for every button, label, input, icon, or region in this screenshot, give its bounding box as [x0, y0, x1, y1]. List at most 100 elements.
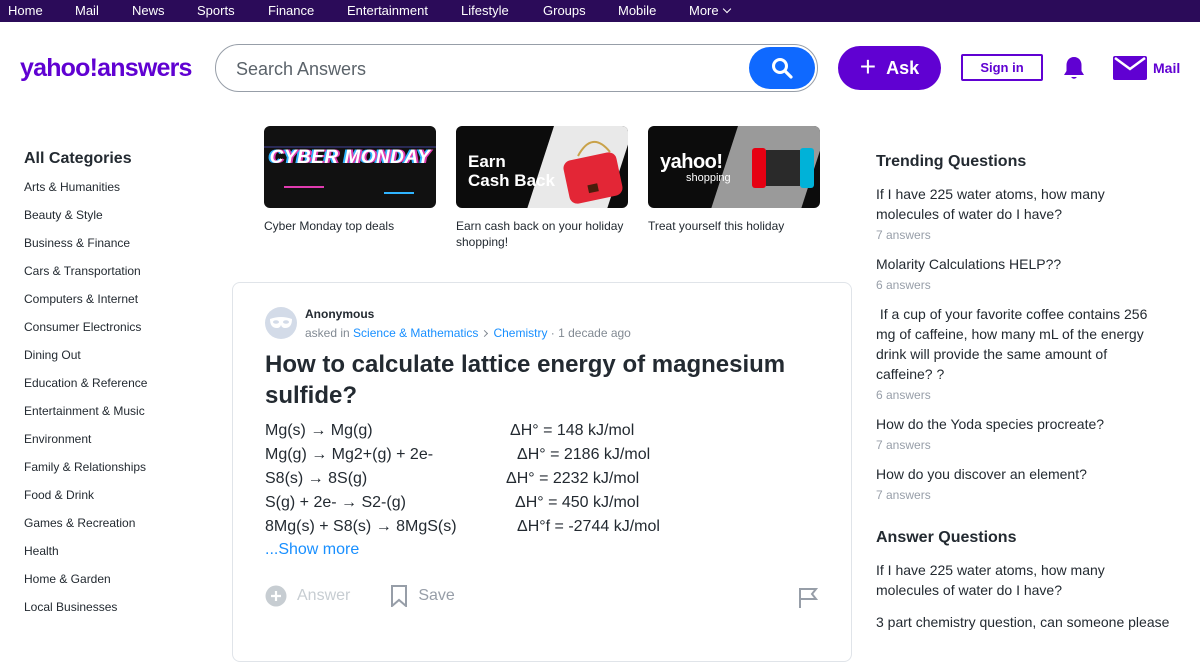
trending-question-link[interactable]: How do you discover an element? [876, 464, 1166, 484]
nav-finance[interactable]: Finance [268, 3, 314, 18]
nav-more[interactable]: More [689, 3, 731, 18]
search-icon [772, 58, 793, 79]
chevron-right-icon [481, 329, 489, 338]
save-label: Save [418, 587, 455, 604]
question-actions: Answer Save [265, 585, 495, 607]
chevron-down-icon [722, 4, 731, 14]
trending-question-link[interactable]: How do the Yoda species procreate? [876, 414, 1166, 434]
answer-label: Answer [297, 587, 351, 604]
reaction-text: Mg(g) → Mg2+(g) + 2e- [265, 446, 434, 463]
mail-icon [1113, 56, 1147, 80]
answer-count: 7 answers [876, 228, 931, 242]
nav-mobile[interactable]: Mobile [618, 3, 656, 18]
enthalpy-text: ΔH° = 148 kJ/mol [510, 422, 635, 439]
reaction-text: 8Mg(s) + S8(s) → 8MgS(s) [265, 518, 457, 535]
reaction-row: Mg(g) → Mg2+(g) + 2e- ΔH° = 2186 kJ/mol [265, 443, 650, 467]
category-link[interactable]: Science & Mathematics [353, 326, 478, 340]
reaction-row: 8Mg(s) + S8(s) → 8MgS(s) ΔH°f = -2744 kJ/… [265, 515, 660, 539]
nav-news[interactable]: News [132, 3, 165, 18]
promo-card-cyber-monday[interactable]: CYBER MONDAY Cyber Monday top deals [264, 126, 436, 234]
ask-button[interactable]: + Ask [838, 46, 941, 90]
category-list: Arts & Humanities Beauty & Style Busines… [24, 180, 147, 628]
handbag-icon [563, 141, 623, 204]
promo-art-text: CYBER MONDAY [269, 147, 431, 168]
answer-question-link[interactable]: 3 part chemistry question, can someone p… [876, 612, 1186, 632]
answer-count: 6 answers [876, 278, 931, 292]
category-item[interactable]: Arts & Humanities [24, 180, 147, 208]
category-item[interactable]: Business & Finance [24, 236, 147, 264]
categories-title: All Categories [24, 150, 132, 167]
ask-button-label: Ask [886, 57, 920, 78]
show-more-link[interactable]: ...Show more [265, 541, 359, 559]
trending-question-link[interactable]: If a cup of your favorite coffee contain… [876, 304, 1166, 384]
answer-count: 7 answers [876, 488, 931, 502]
site-logo[interactable]: yahoo!answers [20, 54, 192, 83]
category-item[interactable]: Family & Relationships [24, 460, 147, 488]
search-input[interactable] [236, 57, 746, 81]
reaction-row: Mg(s) → Mg(g) ΔH° = 148 kJ/mol [265, 419, 634, 443]
sign-in-button[interactable]: Sign in [961, 54, 1043, 81]
answer-question-link[interactable]: If I have 225 water atoms, how many mole… [876, 560, 1166, 600]
bell-icon[interactable] [1062, 55, 1086, 81]
question-card: Anonymous asked in Science & Mathematics… [232, 282, 852, 662]
answer-count: 6 answers [876, 388, 931, 402]
enthalpy-text: ΔH° = 450 kJ/mol [515, 494, 640, 511]
enthalpy-text: ΔH° = 2232 kJ/mol [506, 470, 640, 487]
trending-title: Trending Questions [876, 153, 1027, 170]
bookmark-icon [391, 585, 408, 607]
cash-back-banner: Earn Cash Back [456, 126, 628, 208]
nav-lifestyle[interactable]: Lifestyle [461, 3, 509, 18]
trending-question-link[interactable]: If I have 225 water atoms, how many mole… [876, 184, 1166, 224]
mail-label: Mail [1153, 60, 1181, 76]
category-item[interactable]: Entertainment & Music [24, 404, 147, 432]
flag-icon[interactable] [797, 587, 819, 609]
search-button[interactable] [749, 47, 815, 89]
category-item[interactable]: Computers & Internet [24, 292, 147, 320]
question-body: Mg(s) → Mg(g) ΔH° = 148 kJ/mol Mg(g) → Mg… [265, 419, 660, 539]
promo-card-yahoo-shopping[interactable]: yahoo! shopping Treat yourself this holi… [648, 126, 820, 234]
nav-entertainment[interactable]: Entertainment [347, 3, 428, 18]
question-meta: asked in Science & Mathematics Chemistry … [305, 326, 631, 340]
category-item[interactable]: Dining Out [24, 348, 147, 376]
nav-home[interactable]: Home [8, 3, 43, 18]
avatar [265, 307, 297, 339]
subcategory-link[interactable]: Chemistry [493, 326, 547, 340]
category-item[interactable]: Beauty & Style [24, 208, 147, 236]
game-console-icon [752, 148, 814, 188]
answer-questions-title: Answer Questions [876, 529, 1017, 546]
category-item[interactable]: Games & Recreation [24, 516, 147, 544]
category-item[interactable]: Cars & Transportation [24, 264, 147, 292]
promo-caption: Earn cash back on your holiday shopping! [456, 219, 624, 249]
add-comment-icon [265, 585, 287, 607]
promo-art-line2: shopping [686, 172, 731, 184]
promo-caption: Cyber Monday top deals [264, 219, 395, 233]
reaction-text: Mg(s) → Mg(g) [265, 422, 373, 439]
nav-groups[interactable]: Groups [543, 3, 586, 18]
category-item[interactable]: Education & Reference [24, 376, 147, 404]
reaction-row: S(g) + 2e- → S2-(g) ΔH° = 450 kJ/mol [265, 491, 639, 515]
cyber-monday-banner: CYBER MONDAY [264, 126, 436, 208]
promo-art-line1: Earn [468, 152, 506, 171]
reaction-text: S8(s) → 8S(g) [265, 470, 368, 487]
promo-caption: Treat yourself this holiday [648, 219, 785, 233]
category-item[interactable]: Health [24, 544, 147, 572]
category-item[interactable]: Environment [24, 432, 147, 460]
answer-button[interactable]: Answer [265, 585, 350, 607]
anonymous-mask-icon [270, 317, 292, 328]
search-bar [215, 44, 818, 92]
trending-question-link[interactable]: Molarity Calculations HELP?? [876, 254, 1166, 274]
mail-link[interactable]: Mail [1113, 56, 1180, 80]
nav-sports[interactable]: Sports [197, 3, 235, 18]
yahoo-shopping-banner: yahoo! shopping [648, 126, 820, 208]
category-item[interactable]: Consumer Electronics [24, 320, 147, 348]
category-item[interactable]: Local Businesses [24, 600, 147, 628]
nav-mail[interactable]: Mail [75, 3, 99, 18]
category-item[interactable]: Home & Garden [24, 572, 147, 600]
asked-in-label: asked in [305, 326, 350, 340]
reaction-row: S8(s) → 8S(g) ΔH° = 2232 kJ/mol [265, 467, 639, 491]
save-button[interactable]: Save [390, 585, 455, 607]
plus-icon: + [859, 51, 877, 82]
category-item[interactable]: Food & Drink [24, 488, 147, 516]
promo-art-line2: Cash Back [468, 171, 555, 190]
promo-card-cash-back[interactable]: Earn Cash Back Earn cash back on your ho… [456, 126, 628, 250]
